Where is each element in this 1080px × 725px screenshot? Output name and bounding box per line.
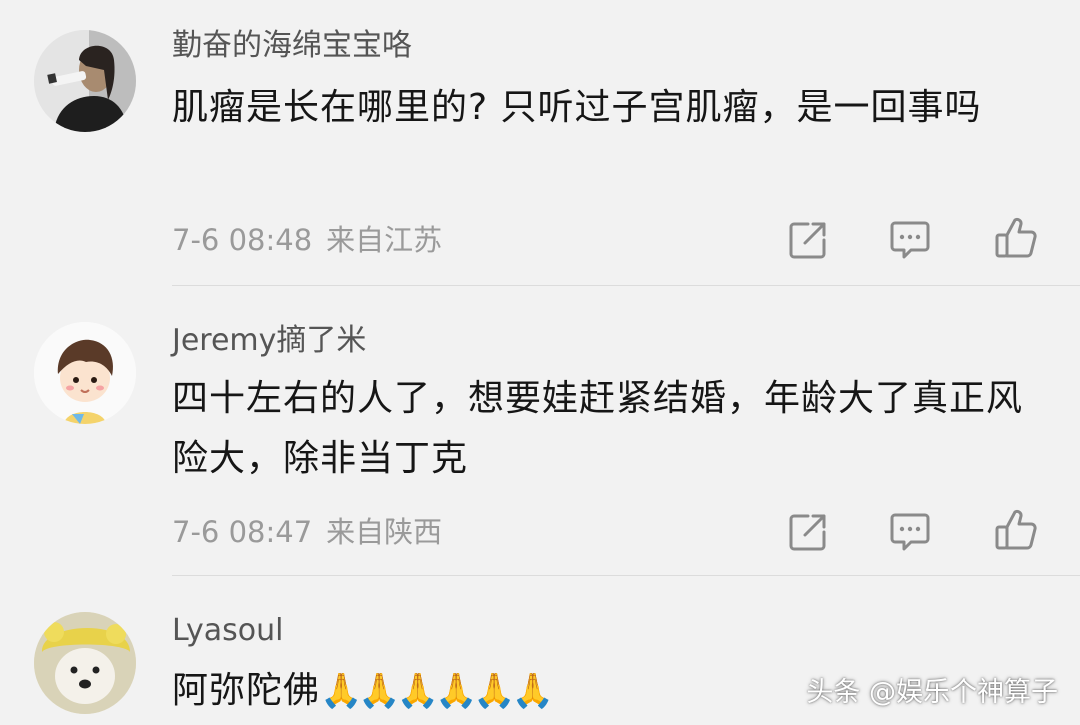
comment-item: Jeremy摘了米 四十左右的人了，想要娃赶紧结婚，年龄大了真正风险大，除非当丁…: [0, 285, 1080, 576]
share-button[interactable]: [786, 510, 830, 554]
reply-button[interactable]: [888, 510, 932, 554]
comment-location: 来自江苏: [326, 223, 443, 257]
comment-time: 7-6 08:47: [172, 515, 313, 549]
reply-button[interactable]: [888, 218, 932, 262]
comment-location: 来自陕西: [326, 515, 443, 549]
watermark: 头条 @娱乐个神算子: [806, 677, 1058, 708]
like-button[interactable]: [994, 216, 1038, 260]
reply-comment-icon: [890, 513, 930, 551]
comment-text: 肌瘤是长在哪里的? 只听过子宫肌瘤，是一回事吗: [172, 87, 982, 128]
share-icon: [789, 514, 826, 551]
praying-hands-emoji: 🙏🙏🙏🙏🙏🙏: [320, 671, 554, 711]
comment-meta: 7-6 08:47 来自陕西: [172, 514, 442, 550]
comment-meta: 7-6 08:48 来自江苏: [172, 222, 442, 258]
user-avatar[interactable]: [34, 612, 136, 714]
thumbs-up-icon: [995, 217, 1037, 258]
user-avatar[interactable]: [34, 30, 136, 132]
comment-username[interactable]: Jeremy摘了米: [172, 323, 366, 359]
reply-comment-icon: [890, 221, 930, 259]
user-avatar[interactable]: [34, 322, 136, 424]
thumbs-up-icon: [995, 509, 1037, 550]
comment-text: 四十左右的人了，想要娃赶紧结婚，年龄大了真正风险大，除非当丁克: [172, 378, 1024, 479]
cartoon-boy-avatar-icon: [34, 322, 136, 424]
comment-text-content: 阿弥陀佛: [172, 670, 321, 711]
comment-time: 7-6 08:48: [172, 223, 313, 257]
man-drinking-avatar-icon: [34, 30, 136, 132]
comment-username[interactable]: 勤奋的海绵宝宝咯: [172, 28, 412, 64]
dog-with-hat-avatar-icon: [34, 612, 136, 714]
share-icon: [789, 222, 826, 259]
like-button[interactable]: [994, 508, 1038, 552]
comment-username[interactable]: Lyasoul: [172, 613, 283, 649]
comment-item: 勤奋的海绵宝宝咯 肌瘤是长在哪里的? 只听过子宫肌瘤，是一回事吗 7-6 08:…: [0, 0, 1080, 286]
share-button[interactable]: [786, 218, 830, 262]
